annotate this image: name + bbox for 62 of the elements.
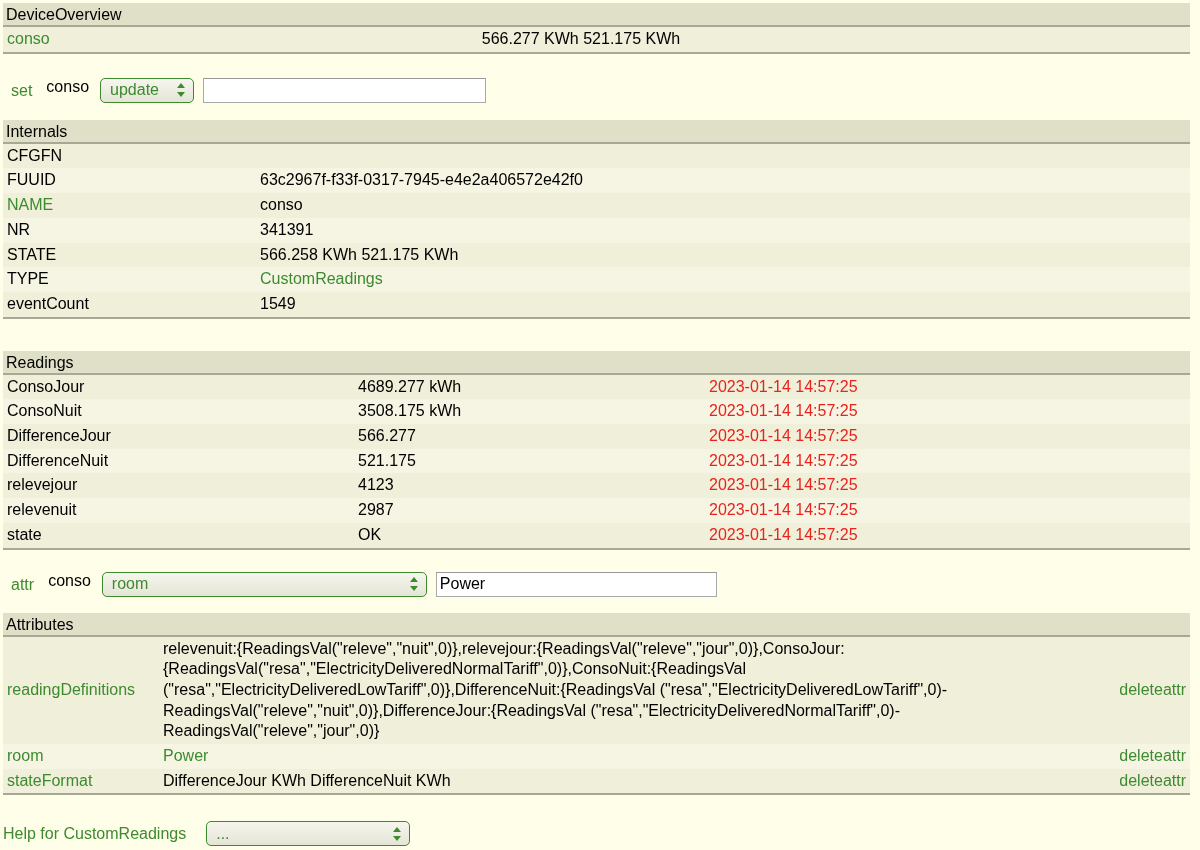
- section-header: Attributes: [3, 612, 1190, 637]
- cell-value: OK: [358, 525, 382, 543]
- cell-value: 341391: [260, 220, 314, 238]
- link[interactable]: conso: [7, 30, 50, 47]
- link[interactable]: CustomReadings: [260, 270, 383, 288]
- link[interactable]: readingDefinitions: [7, 680, 136, 698]
- cell-value: 4689.277 kWh: [358, 377, 462, 395]
- cell-value: 566.277: [358, 427, 416, 445]
- section-header: Readings: [3, 350, 1190, 375]
- row-label: eventCount: [7, 294, 89, 312]
- dropdown[interactable]: room: [101, 571, 427, 597]
- link[interactable]: deleteattr: [1119, 680, 1186, 698]
- row-label: relevejour: [7, 476, 78, 494]
- cell-value: conso: [260, 196, 303, 214]
- row-label: CFGFN: [7, 146, 63, 164]
- timestamp: 2023-01-14 14:57:25: [709, 451, 858, 469]
- cell-value: 3508.175 kWh: [358, 402, 462, 420]
- cell-value: 63c2967f-f33f-0317-7945-e4e2a406572e42f0: [260, 171, 583, 189]
- dropdown[interactable]: ...: [206, 821, 411, 847]
- row-label: relevenuit: [7, 501, 77, 519]
- value-field[interactable]: Power: [435, 571, 717, 597]
- cell-value: DifferenceJour KWh DifferenceNuit KWh: [163, 771, 451, 789]
- timestamp: 2023-01-14 14:57:25: [709, 476, 858, 494]
- up-down-arrows-icon: [393, 826, 402, 841]
- timestamp: 2023-01-14 14:57:25: [709, 501, 858, 519]
- row-label: STATE: [7, 245, 57, 263]
- row-label: DifferenceNuit: [7, 451, 109, 469]
- device-name: conso: [48, 572, 91, 591]
- link[interactable]: NAME: [7, 196, 54, 214]
- row-label: TYPE: [7, 270, 49, 288]
- timestamp: 2023-01-14 14:57:25: [709, 427, 858, 445]
- row-label: FUUID: [7, 171, 56, 189]
- timestamp: 2023-01-14 14:57:25: [709, 402, 858, 420]
- row-label: DifferenceJour: [7, 427, 111, 445]
- cell-value: relevenuit:{ReadingsVal("releve","nuit",0)},relevejour:{ReadingsVal("releve","jour",0)},ConsoJour:{ReadingsVal("resa","ElectricityDeliveredNormalTariff",0)},ConsoNuit:{ReadingsVal ("resa","ElectricityDeliveredLowTariff",0)},DifferenceNuit:{ReadingsVal ("resa","ElectricityDeliveredLowTariff",0)-ReadingsVal("releve","nuit",0)},DifferenceJour:{ReadingsVal ("resa","ElectricityDeliveredNormalTariff",0)-ReadingsVal("releve","jour",0)}: [163, 639, 948, 740]
- device-name: conso: [46, 78, 90, 97]
- link[interactable]: deleteattr: [1119, 747, 1186, 765]
- up-down-arrows-icon: [409, 577, 418, 592]
- link[interactable]: Power: [163, 747, 209, 765]
- cell-value: 1549: [260, 294, 296, 312]
- value-field[interactable]: [203, 77, 487, 103]
- row-label: ConsoNuit: [7, 402, 82, 420]
- link[interactable]: deleteattr: [1119, 771, 1186, 789]
- up-down-arrows-icon: [177, 83, 186, 98]
- cell-value: 566.258 KWh 521.175 KWh: [260, 245, 459, 263]
- dropdown[interactable]: update: [100, 77, 195, 103]
- section-header: Internals: [3, 119, 1190, 144]
- row-label: state: [7, 525, 42, 543]
- cell-value: 2987: [358, 501, 394, 519]
- timestamp: 2023-01-14 14:57:25: [709, 377, 858, 395]
- row-label: NR: [7, 220, 31, 238]
- section-header: DeviceOverview: [3, 3, 1190, 27]
- help-link[interactable]: Help for CustomReadings: [3, 824, 187, 843]
- cell-value: 4123: [358, 476, 394, 494]
- cell-value: 566.277 KWh 521.175 KWh: [481, 30, 681, 47]
- timestamp: 2023-01-14 14:57:25: [709, 525, 858, 543]
- command-link[interactable]: attr: [11, 576, 35, 595]
- cell-value: 521.175: [358, 451, 416, 469]
- link[interactable]: stateFormat: [7, 771, 93, 789]
- command-link[interactable]: set: [11, 82, 33, 101]
- row-label: ConsoJour: [7, 377, 85, 395]
- link[interactable]: room: [7, 747, 44, 765]
